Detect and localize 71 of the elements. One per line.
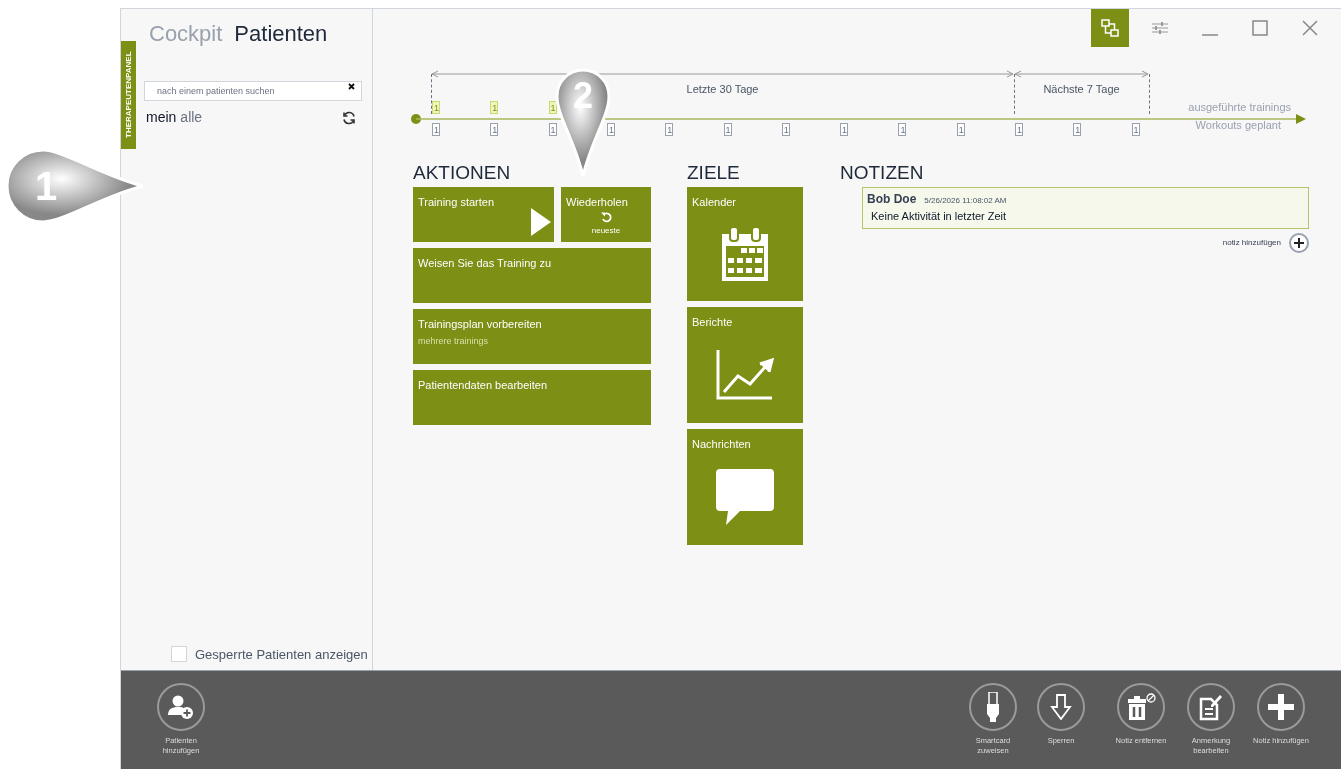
action-tile[interactable]: Trainingsplan vorbereiten mehrere trainings <box>413 309 651 364</box>
network-icon <box>1100 18 1120 38</box>
checkbox[interactable] <box>171 646 187 663</box>
note-text: Keine Aktivität in letzter Zeit <box>870 209 1008 224</box>
planned-count: 1 <box>490 123 499 136</box>
header-tab[interactable]: Cockpit <box>149 16 223 50</box>
add-patient-button[interactable] <box>157 683 205 731</box>
planned-count: 1 <box>781 123 790 136</box>
planned-count: 1 <box>1015 123 1023 136</box>
planned-count: 1 <box>1131 123 1140 136</box>
planned-count: 1 <box>548 123 557 136</box>
goal-tile[interactable]: Nachrichten <box>687 429 803 545</box>
section-heading: NOTIZEN <box>840 161 925 185</box>
done-count: 1 <box>432 101 440 114</box>
range-label: Nächste 7 Tage <box>1043 82 1120 97</box>
done-count: 1 <box>548 101 557 114</box>
planned-count: 1 <box>665 123 674 136</box>
maximize-icon <box>1252 20 1268 36</box>
repeat-tile[interactable]: Wiederholen neueste <box>561 187 651 242</box>
note-time: 5/26/2026 11:08:02 AM <box>924 195 1007 207</box>
plus-icon <box>1268 694 1294 720</box>
add-note-button[interactable] <box>1289 232 1309 253</box>
close-icon <box>1302 20 1318 36</box>
action-tile[interactable]: Weisen Sie das Training zu <box>413 248 651 303</box>
header-tab[interactable]: Patienten <box>234 16 328 50</box>
planned-count: 1 <box>956 123 965 136</box>
done-count: 1 <box>490 101 499 114</box>
add-button[interactable] <box>1257 683 1305 731</box>
planned-count: 1 <box>723 123 732 136</box>
delete-note-button[interactable] <box>1117 683 1165 731</box>
planned-count: 1 <box>840 123 849 136</box>
training-start-tile[interactable]: Training starten <box>413 187 554 242</box>
planned-count: 1 <box>432 123 440 136</box>
section-heading: AKTIONEN <box>413 161 512 185</box>
clear-icon[interactable] <box>348 83 355 90</box>
hand-card-icon <box>985 692 1001 722</box>
section-heading: ZIELE <box>687 161 741 185</box>
line-chart-icon <box>716 350 774 401</box>
legend-label: Workouts geplant <box>1195 118 1281 133</box>
checkbox-label: Gesperrte Patienten anzeigen <box>195 645 368 664</box>
range-label: Letzte 30 Tage <box>686 82 759 97</box>
speech-bubble-icon <box>716 469 774 526</box>
down-arrow-icon <box>1050 694 1072 720</box>
planned-count: 1 <box>606 123 615 136</box>
minimize-icon <box>1202 34 1218 36</box>
add-person-icon <box>168 695 194 719</box>
note-author: Bob Doe <box>867 191 917 208</box>
edit-document-icon <box>1199 693 1223 721</box>
refresh-icon[interactable] <box>342 110 356 125</box>
play-icon <box>531 208 551 236</box>
undo-icon <box>601 212 612 223</box>
filter-tab[interactable]: alle <box>180 107 203 128</box>
plus-icon <box>1294 237 1304 248</box>
legend-label: ausgeführte trainings <box>1188 100 1291 115</box>
side-panel-tab[interactable]: THERAPEUTENPANEL <box>121 41 136 149</box>
planned-count: 1 <box>1073 123 1082 136</box>
trash-icon <box>1126 693 1156 721</box>
lock-button[interactable] <box>1037 683 1085 731</box>
callout-marker: 2 <box>555 68 611 178</box>
filter-tab[interactable]: mein <box>146 107 177 128</box>
planned-count: 1 <box>898 123 907 136</box>
window-network-button[interactable] <box>1091 9 1129 47</box>
edit-note-button[interactable] <box>1187 683 1235 731</box>
calendar-icon <box>721 226 769 283</box>
smartcard-button[interactable] <box>969 683 1017 731</box>
goal-tile[interactable]: Berichte <box>687 307 803 423</box>
search-field[interactable]: nach einem patienten suchen <box>144 81 362 101</box>
goal-tile[interactable]: Kalender <box>687 187 803 301</box>
add-note-label: notiz hinzufügen <box>1222 236 1281 249</box>
sliders-icon <box>1152 22 1168 34</box>
action-tile[interactable]: Patientendaten bearbeiten <box>413 370 651 425</box>
